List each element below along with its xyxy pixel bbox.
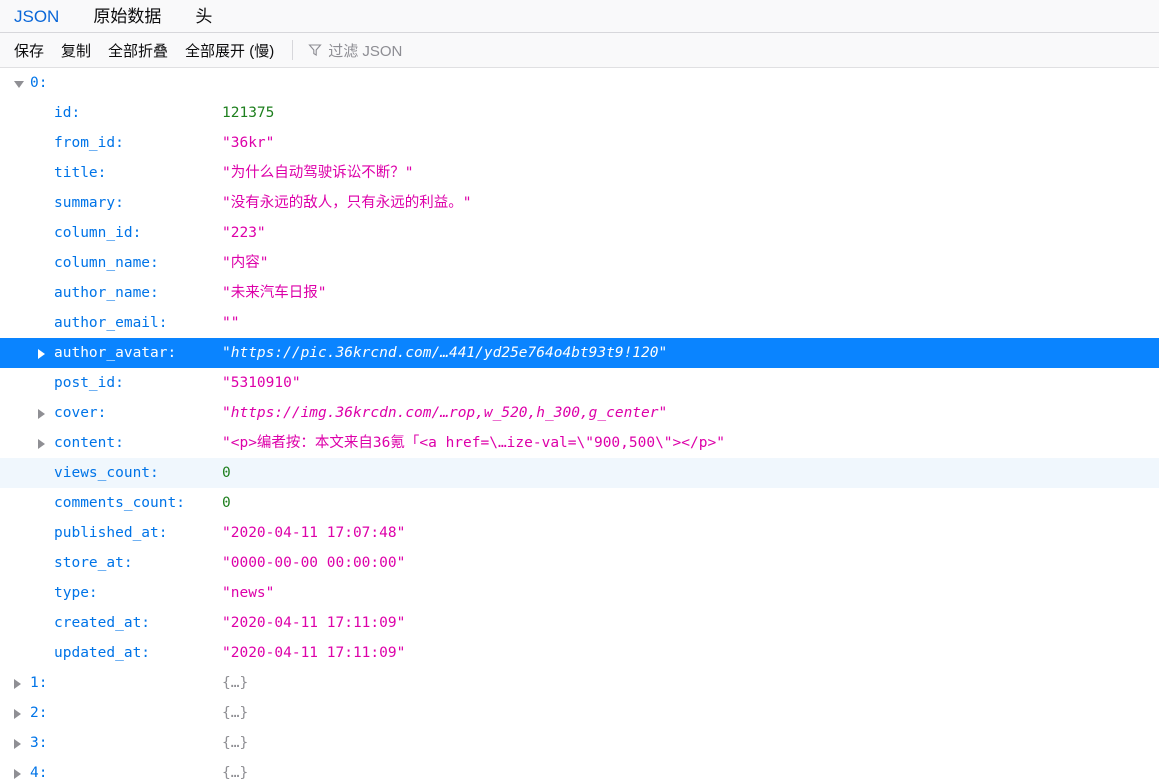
filter-placeholder: 过滤 JSON (328, 42, 403, 60)
json-key: 4: (30, 765, 48, 780)
json-value: "5310910" (222, 375, 301, 391)
json-row[interactable]: id: 121375 (0, 98, 1159, 128)
json-value: {…} (222, 675, 249, 691)
json-value: "2020-04-11 17:07:48" (222, 525, 406, 541)
json-value: "36kr" (222, 135, 275, 151)
json-value: "<p>编者按：本文来自36氪「<a href=\…ize-val=\"900,… (222, 435, 725, 451)
json-row[interactable]: created_at: "2020-04-11 17:11:09" (0, 608, 1159, 638)
json-key: published_at: (54, 525, 168, 541)
json-row[interactable]: comments_count: 0 (0, 488, 1159, 518)
json-value: "223" (222, 225, 266, 241)
chevron-down-icon[interactable] (14, 81, 24, 88)
json-value: "https://img.36krcdn.com/…rop,w_520,h_30… (222, 405, 668, 421)
json-value: {…} (222, 735, 249, 751)
json-key: 0: (30, 75, 48, 91)
json-key: author_avatar: (54, 345, 177, 361)
json-value: "未来汽车日报" (222, 285, 327, 301)
json-value: "没有永远的敌人，只有永远的利益。" (222, 195, 472, 211)
viewer-tabbar: JSON 原始数据 头 (0, 0, 1159, 33)
json-key: id: (54, 105, 81, 121)
toolbar-divider (292, 40, 294, 60)
collapse-all-button[interactable]: 全部折叠 (108, 40, 168, 61)
tab-headers[interactable]: 头 (195, 0, 212, 33)
json-key: from_id: (54, 135, 124, 151)
json-key: comments_count: (54, 495, 185, 511)
chevron-right-icon[interactable] (14, 769, 21, 779)
json-key: cover: (54, 405, 107, 421)
json-value: {…} (222, 705, 249, 721)
tab-raw-data[interactable]: 原始数据 (93, 0, 161, 33)
json-key: 2: (30, 705, 48, 721)
json-row[interactable]: from_id: "36kr" (0, 128, 1159, 158)
chevron-right-icon[interactable] (14, 739, 21, 749)
json-key: column_id: (54, 225, 142, 241)
json-value: "" (222, 315, 240, 331)
json-key: views_count: (54, 465, 159, 481)
chevron-right-icon[interactable] (14, 709, 21, 719)
json-row[interactable]: post_id: "5310910" (0, 368, 1159, 398)
json-value: "内容" (222, 255, 269, 271)
json-key: type: (54, 585, 98, 601)
filter-json-input[interactable]: 过滤 JSON (302, 38, 1122, 62)
json-row[interactable]: views_count: 0 (0, 458, 1159, 488)
json-value: "https://pic.36krcnd.com/…441/yd25e764o4… (222, 345, 668, 361)
json-key: created_at: (54, 615, 151, 631)
json-row[interactable]: 1: {…} (0, 668, 1159, 698)
json-row[interactable]: 3: {…} (0, 728, 1159, 758)
json-row[interactable]: 4: {…} (0, 758, 1159, 780)
json-value: "2020-04-11 17:11:09" (222, 615, 406, 631)
expand-all-button[interactable]: 全部展开 (慢) (185, 40, 274, 61)
json-row[interactable]: published_at: "2020-04-11 17:07:48" (0, 518, 1159, 548)
json-key: summary: (54, 195, 124, 211)
json-value: 121375 (222, 105, 275, 121)
funnel-icon (308, 44, 322, 56)
json-key: 3: (30, 735, 48, 751)
json-value: "news" (222, 585, 275, 601)
json-tree-panel[interactable]: 0: id: 121375 from_id: "36kr" title: "为什么自动驾驶诉… (0, 68, 1159, 780)
json-key: author_name: (54, 285, 159, 301)
json-row[interactable]: content: "<p>编者按：本文来自36氪「<a href=\…ize-va… (0, 428, 1159, 458)
chevron-right-icon[interactable] (14, 679, 21, 689)
json-key: updated_at: (54, 645, 151, 661)
json-toolbar: 保存 复制 全部折叠 全部展开 (慢) 过滤 JSON (0, 33, 1159, 68)
json-row[interactable]: title: "为什么自动驾驶诉讼不断？" (0, 158, 1159, 188)
save-button[interactable]: 保存 (14, 40, 44, 61)
json-value: "2020-04-11 17:11:09" (222, 645, 406, 661)
json-key: store_at: (54, 555, 133, 571)
copy-button[interactable]: 复制 (61, 40, 91, 61)
json-value: {…} (222, 765, 249, 780)
json-key: column_name: (54, 255, 159, 271)
json-row[interactable]: column_name: "内容" (0, 248, 1159, 278)
json-row[interactable]: updated_at: "2020-04-11 17:11:09" (0, 638, 1159, 668)
json-key: author_email: (54, 315, 168, 331)
json-row[interactable]: cover: "https://img.36krcdn.com/…rop,w_52… (0, 398, 1159, 428)
json-row[interactable]: 2: {…} (0, 698, 1159, 728)
json-row[interactable]: store_at: "0000-00-00 00:00:00" (0, 548, 1159, 578)
json-row[interactable]: type: "news" (0, 578, 1159, 608)
json-key: 1: (30, 675, 48, 691)
json-key: content: (54, 435, 124, 451)
json-key: post_id: (54, 375, 124, 391)
json-row[interactable]: column_id: "223" (0, 218, 1159, 248)
chevron-right-icon[interactable] (38, 349, 45, 359)
tab-json[interactable]: JSON (14, 0, 59, 33)
json-value: "为什么自动驾驶诉讼不断？" (222, 165, 414, 181)
json-value: 0 (222, 495, 231, 511)
json-row[interactable]: author_name: "未来汽车日报" (0, 278, 1159, 308)
json-row[interactable]: 0: (0, 68, 1159, 98)
chevron-right-icon[interactable] (38, 439, 45, 449)
json-row[interactable]: author_email: "" (0, 308, 1159, 338)
json-value: "0000-00-00 00:00:00" (222, 555, 406, 571)
chevron-right-icon[interactable] (38, 409, 45, 419)
json-key: title: (54, 165, 107, 181)
json-row[interactable]: summary: "没有永远的敌人，只有永远的利益。" (0, 188, 1159, 218)
json-row[interactable]: author_avatar: "https://pic.36krcnd.com/…… (0, 338, 1159, 368)
json-value: 0 (222, 465, 231, 481)
